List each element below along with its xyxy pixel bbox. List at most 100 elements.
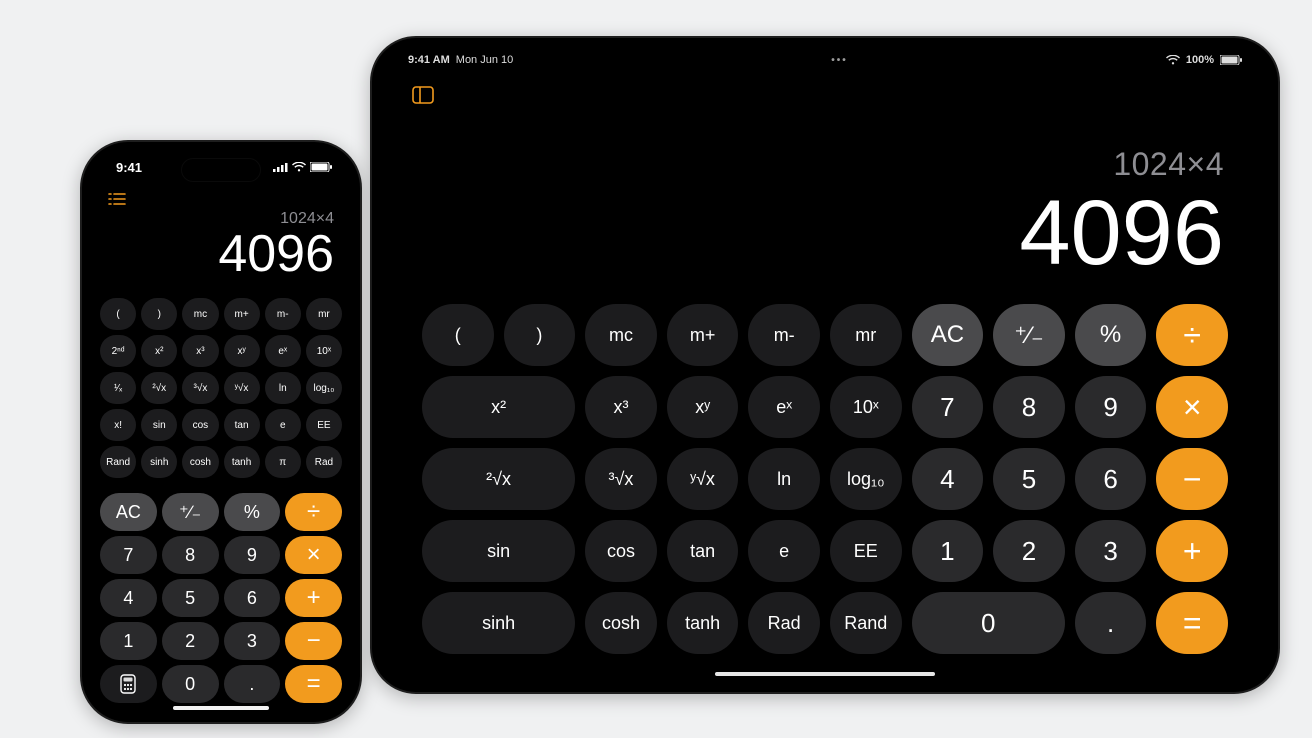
digit-2[interactable]: 2 [993,520,1065,582]
digit-4[interactable]: 4 [100,579,157,617]
digit-5[interactable]: 5 [993,448,1065,510]
mc-button[interactable]: mc [585,304,657,366]
decimal-button[interactable]: . [224,665,281,703]
ee-button[interactable]: EE [830,520,902,582]
digit-6[interactable]: 6 [1075,448,1147,510]
rparen-button[interactable]: ) [504,304,576,366]
yroot-button[interactable]: ʸ√x [667,448,739,510]
equals-button[interactable]: = [285,665,342,703]
percent-button[interactable]: % [224,493,281,531]
sign-button[interactable]: ⁺∕₋ [162,493,219,531]
sci-e-button[interactable]: eˣ [265,335,301,367]
sci-cos-button[interactable]: cos [182,409,218,441]
sci-sinh-button[interactable]: sinh [141,446,177,478]
multiply-button[interactable]: × [1156,376,1228,438]
sci-mc-button[interactable]: mc [182,298,218,330]
cbrt-button[interactable]: ³√x [585,448,657,510]
sci-2-button[interactable]: 2ⁿᵈ [100,335,136,367]
sci-m-button[interactable]: m+ [224,298,260,330]
tanh-button[interactable]: tanh [667,592,739,654]
cosh-button[interactable]: cosh [585,592,657,654]
home-indicator[interactable] [173,706,269,710]
mr-button[interactable]: mr [830,304,902,366]
digit-7[interactable]: 7 [912,376,984,438]
sci-ee-button[interactable]: EE [306,409,342,441]
calculator-mode-button[interactable] [100,665,157,703]
sci-tanh-button[interactable]: tanh [224,446,260,478]
sci-ln-button[interactable]: ln [265,372,301,404]
digit-9[interactable]: 9 [1075,376,1147,438]
sin-button[interactable]: sin [422,520,575,582]
digit-7[interactable]: 7 [100,536,157,574]
digit-2[interactable]: 2 [162,622,219,660]
sidebar-toggle-icon[interactable] [412,86,434,109]
history-list-icon[interactable] [108,192,126,211]
digit-0[interactable]: 0 [912,592,1065,654]
sci-rad-button[interactable]: Rad [306,446,342,478]
sci-x-button[interactable]: x² [141,335,177,367]
minus-button[interactable]: − [285,622,342,660]
sci-e-button[interactable]: e [265,409,301,441]
digit-3[interactable]: 3 [1075,520,1147,582]
sci-tan-button[interactable]: tan [224,409,260,441]
digit-9[interactable]: 9 [224,536,281,574]
digit-8[interactable]: 8 [993,376,1065,438]
digit-5[interactable]: 5 [162,579,219,617]
sci-mr-button[interactable]: mr [306,298,342,330]
ac-button[interactable]: AC [912,304,984,366]
digit-4[interactable]: 4 [912,448,984,510]
cos-button[interactable]: cos [585,520,657,582]
sinh-button[interactable]: sinh [422,592,575,654]
home-indicator[interactable] [715,672,935,676]
ln-button[interactable]: ln [748,448,820,510]
divide-button[interactable]: ÷ [285,493,342,531]
sci-rand-button[interactable]: Rand [100,446,136,478]
sci-x-button[interactable]: ³√x [182,372,218,404]
digit-1[interactable]: 1 [912,520,984,582]
sqrt-button[interactable]: ²√x [422,448,575,510]
digit-6[interactable]: 6 [224,579,281,617]
sci-x-button[interactable]: x³ [182,335,218,367]
log10-button[interactable]: log₁₀ [830,448,902,510]
rand-button[interactable]: Rand [830,592,902,654]
sci--button[interactable]: ) [141,298,177,330]
sci-x-button[interactable]: xʸ [224,335,260,367]
sci-x-button[interactable]: x! [100,409,136,441]
digit-1[interactable]: 1 [100,622,157,660]
rad-button[interactable]: Rad [748,592,820,654]
sci-10-button[interactable]: 10ˣ [306,335,342,367]
lparen-button[interactable]: ( [422,304,494,366]
e-button[interactable]: e [748,520,820,582]
e-pow-x-button[interactable]: eˣ [748,376,820,438]
sci--button[interactable]: π [265,446,301,478]
sci-x-button[interactable]: ²√x [141,372,177,404]
x-pow-y-button[interactable]: xʸ [667,376,739,438]
equals-button[interactable]: = [1156,592,1228,654]
sci--button[interactable]: ¹⁄ₓ [100,372,136,404]
digit-0[interactable]: 0 [162,665,219,703]
multiply-button[interactable]: × [285,536,342,574]
digit-8[interactable]: 8 [162,536,219,574]
plus-button[interactable]: + [285,579,342,617]
ac-button[interactable]: AC [100,493,157,531]
percent-button[interactable]: % [1075,304,1147,366]
sci-x-button[interactable]: ʸ√x [224,372,260,404]
sci-sin-button[interactable]: sin [141,409,177,441]
ipad-multitask-dots-icon[interactable]: ••• [831,55,848,66]
mminus-button[interactable]: m- [748,304,820,366]
sci--button[interactable]: ( [100,298,136,330]
minus-button[interactable]: − [1156,448,1228,510]
divide-button[interactable]: ÷ [1156,304,1228,366]
sci-m-button[interactable]: m- [265,298,301,330]
sign-button[interactable]: ⁺∕₋ [993,304,1065,366]
x-squared-button[interactable]: x² [422,376,575,438]
decimal-button[interactable]: . [1075,592,1147,654]
mplus-button[interactable]: m+ [667,304,739,366]
digit-3[interactable]: 3 [224,622,281,660]
plus-button[interactable]: + [1156,520,1228,582]
sci-log-button[interactable]: log₁₀ [306,372,342,404]
ten-pow-x-button[interactable]: 10ˣ [830,376,902,438]
x-cubed-button[interactable]: x³ [585,376,657,438]
tan-button[interactable]: tan [667,520,739,582]
sci-cosh-button[interactable]: cosh [182,446,218,478]
